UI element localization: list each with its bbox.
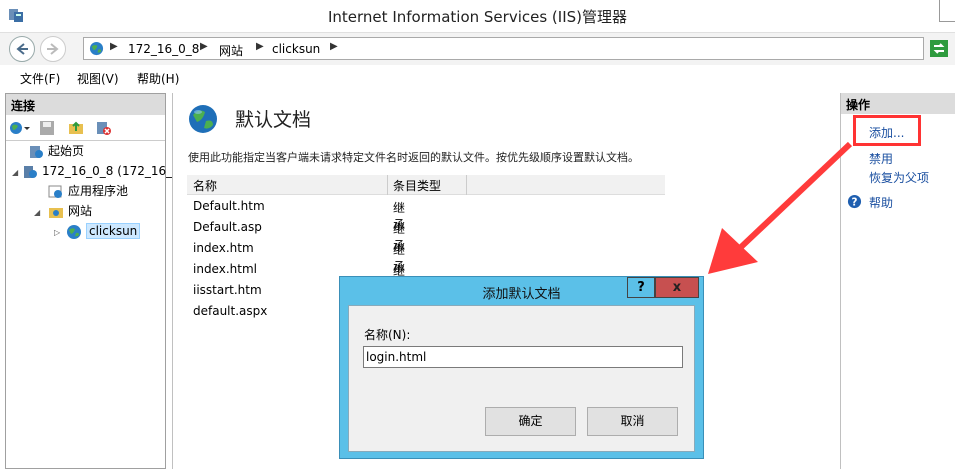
tree-item-server[interactable]: 172_16_0_8 (172_16_ [22,162,172,180]
dialog-help-button[interactable]: ? [627,277,655,298]
cell-name: index.html [193,262,257,276]
breadcrumb-separator-icon: ▶ [110,41,118,52]
dialog-body: 名称(N): 确定 取消 [348,305,695,452]
ok-button[interactable]: 确定 [485,407,576,436]
tree-item-clicksun[interactable]: clicksun [66,222,141,240]
save-icon[interactable] [39,120,55,136]
window-control[interactable] [939,0,955,22]
column-entry-type[interactable]: 条目类型 [393,177,441,194]
breadcrumb-server[interactable]: 172_16_0_8 [128,42,199,56]
page-title: 默认文档 [235,109,312,131]
title-bar: Internet Information Services (IIS)管理器 [0,0,955,33]
collapse-arrow-icon[interactable]: ◢ [12,168,18,177]
window-title: Internet Information Services (IIS)管理器 [327,8,628,26]
tree-item-sites[interactable]: 网站 [48,202,92,220]
add-default-document-dialog: 添加默认文档 ? x 名称(N): 确定 取消 [339,276,704,459]
connect-icon[interactable] [9,120,31,136]
tree-item-app-pools[interactable]: 应用程序池 [48,182,128,200]
callout-arrow-icon [708,141,853,274]
disable-action-link[interactable]: 禁用 [869,150,893,167]
forward-button[interactable] [40,36,66,62]
help-action-link[interactable]: 帮助 [869,194,893,211]
cell-name: Default.htm [193,199,265,213]
connections-toolbar [6,115,165,141]
column-divider[interactable] [466,175,467,195]
server-icon [24,165,37,178]
breadcrumb-separator-icon: ▶ [330,41,338,52]
back-button[interactable] [9,36,35,62]
page-description: 使用此功能指定当客户端未请求特定文件名时返回的默认文件。按优先级顺序设置默认文档… [188,151,639,164]
menu-file[interactable]: 文件(F) [20,70,60,87]
expand-arrow-icon[interactable]: ▷ [54,228,60,237]
name-label: 名称(N): [364,328,411,342]
address-bar: ▶ 172_16_0_8 ▶ 网站 ▶ clicksun ▶ [0,33,955,65]
breadcrumb-sites[interactable]: 网站 [219,42,243,59]
globe-icon [89,41,104,56]
menu-view[interactable]: 视图(V) [77,70,119,87]
cancel-button[interactable]: 取消 [587,407,678,436]
forward-arrow-icon [47,43,59,55]
menu-bar: 文件(F) 视图(V) 帮助(H) [0,65,955,89]
cell-name: iisstart.htm [193,283,262,297]
cell-name: default.aspx [193,304,268,318]
globe-icon [67,224,81,239]
connections-pane: 连接 起始页 ◢ 172_16_0_8 (172_16_ 应用程序池 ◢ 网站 … [5,93,172,469]
cell-name: index.htm [193,241,254,255]
dialog-close-button[interactable]: x [655,277,699,298]
start-page-icon [30,145,43,158]
cell-name: Default.asp [193,220,262,234]
breadcrumb-site[interactable]: clicksun [272,42,320,56]
refresh-icon[interactable] [930,40,948,57]
back-arrow-icon [16,43,28,55]
add-action-link[interactable]: 添加... [869,124,904,141]
up-folder-icon[interactable] [68,120,84,136]
address-field[interactable]: ▶ 172_16_0_8 ▶ 网站 ▶ clicksun ▶ [83,37,924,60]
app-pool-icon [48,185,62,198]
connections-header: 连接 [6,94,165,115]
disconnect-icon[interactable] [96,120,112,136]
menu-help[interactable]: 帮助(H) [137,70,179,87]
tree-item-start-page[interactable]: 起始页 [28,142,84,160]
name-input[interactable] [363,346,683,368]
grid-header: 名称 条目类型 [187,175,665,195]
collapse-arrow-icon[interactable]: ◢ [34,208,40,217]
default-document-globe-icon [189,105,217,133]
column-name[interactable]: 名称 [193,177,217,194]
revert-to-parent-link[interactable]: 恢复为父项 [869,169,929,186]
breadcrumb-separator-icon: ▶ [256,41,264,52]
breadcrumb-separator-icon: ▶ [200,41,208,52]
column-divider[interactable] [387,175,388,195]
sites-folder-icon [49,207,63,218]
actions-header: 操作 [841,93,955,114]
